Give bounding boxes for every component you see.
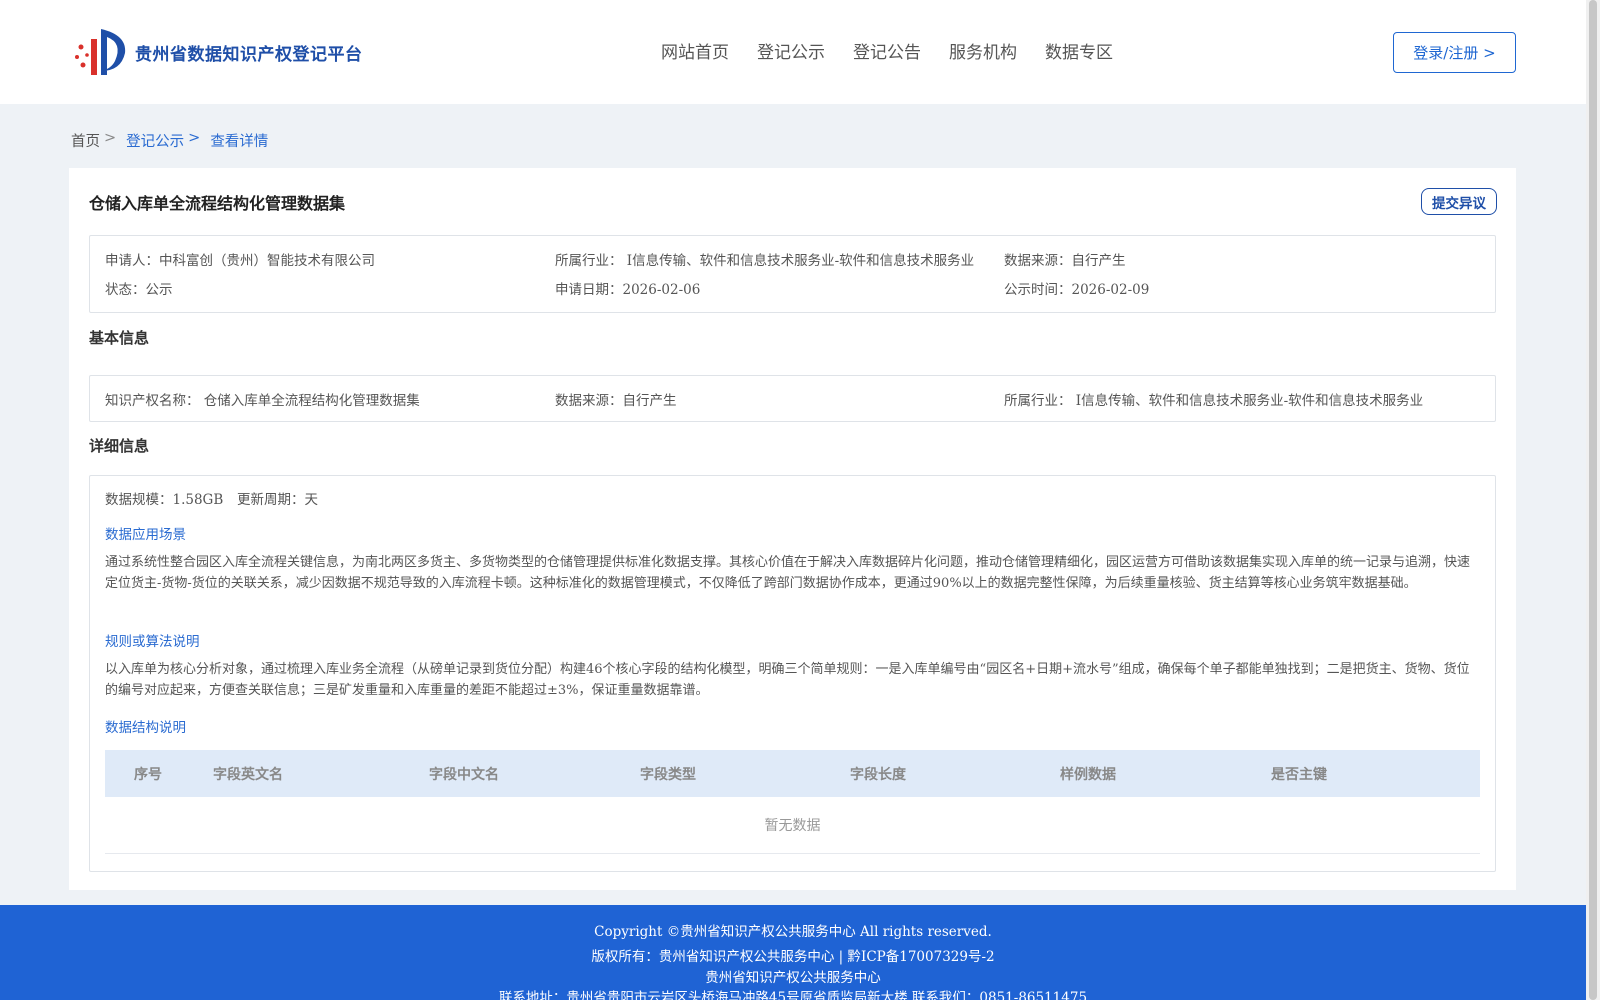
site-footer: Copyright ©贵州省知识产权公共服务中心 All rights rese… xyxy=(0,905,1586,1000)
record-title: 仓储入库单全流程结构化管理数据集 xyxy=(89,194,346,213)
scrollbar-thumb[interactable] xyxy=(1589,0,1597,1000)
main-nav: 网站首页 登记公示 登记公告 服务机构 数据专区 xyxy=(661,38,1141,63)
detail-panel: 仓储入库单全流程结构化管理数据集 提交异议 申请人：中科富创（贵州）智能技术有限… xyxy=(69,168,1516,890)
column-header-english-name: 字段英文名 xyxy=(213,767,283,783)
submit-objection-button[interactable]: 提交异议 xyxy=(1421,188,1497,215)
footer-owner-icp: 版权所有：贵州省知识产权公共服务中心 | 黔ICP备17007329号-2 xyxy=(591,949,995,965)
nav-item-data-zone[interactable]: 数据专区 xyxy=(1045,38,1113,63)
source-field: 数据来源：自行产生 xyxy=(1004,253,1126,269)
summary-box: 申请人：中科富创（贵州）智能技术有限公司 所属行业： I信息传输、软件和信息技术… xyxy=(89,235,1496,313)
column-header-primary-key: 是否主键 xyxy=(1271,767,1327,783)
nav-item-registration-publicity[interactable]: 登记公示 xyxy=(757,38,825,63)
breadcrumb-separator: > xyxy=(104,130,117,146)
industry-field: 所属行业： I信息传输、软件和信息技术服务业-软件和信息技术服务业 xyxy=(555,253,975,269)
site-logo[interactable]: 贵州省数据知识产权登记平台 xyxy=(71,26,363,78)
apply-date-field: 申请日期：2026-02-06 xyxy=(555,282,701,298)
login-register-button[interactable]: 登录/注册 > xyxy=(1393,32,1516,73)
basic-industry-field: 所属行业： I信息传输、软件和信息技术服务业-软件和信息技术服务业 xyxy=(1004,393,1424,409)
column-header-length: 字段长度 xyxy=(850,767,906,783)
site-header: 贵州省数据知识产权登记平台 网站首页 登记公示 登记公告 服务机构 数据专区 登… xyxy=(0,0,1586,104)
basic-source-field: 数据来源：自行产生 xyxy=(555,393,677,409)
detail-info-heading: 详细信息 xyxy=(89,437,150,455)
footer-copyright: Copyright ©贵州省知识产权公共服务中心 All rights rese… xyxy=(594,924,992,940)
footer-contact: 联系地址：贵州省贵阳市云岩区头桥海马冲路45号原省质监局新大楼 联系我们：085… xyxy=(498,990,1088,1000)
logo-emblem-icon xyxy=(75,29,126,75)
applicant-field: 申请人：中科富创（贵州）智能技术有限公司 xyxy=(105,253,375,269)
column-header-index: 序号 xyxy=(134,767,162,783)
update-cycle-field: 更新周期：天 xyxy=(237,492,318,508)
table-empty-state: 暂无数据 xyxy=(105,797,1480,854)
rules-text: 以入库单为核心分析对象，通过梳理入库业务全流程（从磅单记录到货位分配）构建46个… xyxy=(105,662,1470,698)
breadcrumb-registration-publicity[interactable]: 登记公示 xyxy=(126,130,184,151)
scenario-text: 通过系统性整合园区入库全流程关键信息，为南北两区多货主、多货物类型的仓储管理提供… xyxy=(105,555,1471,591)
structure-table-header: 序号 字段英文名 字段中文名 字段类型 字段长度 样例数据 是否主键 xyxy=(105,750,1480,797)
nav-item-service-agencies[interactable]: 服务机构 xyxy=(949,38,1017,63)
ip-name-field: 知识产权名称： 仓储入库单全流程结构化管理数据集 xyxy=(105,393,420,409)
status-field: 状态：公示 xyxy=(105,282,173,298)
scenario-heading: 数据应用场景 xyxy=(105,527,186,543)
basic-info-heading: 基本信息 xyxy=(89,329,150,347)
site-title: 贵州省数据知识产权登记平台 xyxy=(135,44,363,65)
breadcrumb-separator: > xyxy=(188,130,201,146)
breadcrumb: 首页 > 登记公示 > 查看详情 xyxy=(71,130,272,151)
column-header-chinese-name: 字段中文名 xyxy=(429,767,499,783)
column-header-sample: 样例数据 xyxy=(1060,767,1116,783)
page-scrollbar[interactable] xyxy=(1586,0,1600,1000)
detail-info-box: 数据规模：1.58GB 更新周期：天 数据应用场景 通过系统性整合园区入库全流程… xyxy=(89,475,1496,872)
rules-heading: 规则或算法说明 xyxy=(105,634,200,650)
nav-item-registration-announcement[interactable]: 登记公告 xyxy=(853,38,921,63)
data-scale-field: 数据规模：1.58GB xyxy=(105,492,224,508)
structure-heading: 数据结构说明 xyxy=(105,720,186,736)
footer-org: 贵州省知识产权公共服务中心 xyxy=(705,970,881,986)
basic-info-box: 知识产权名称： 仓储入库单全流程结构化管理数据集 数据来源：自行产生 所属行业：… xyxy=(89,375,1496,422)
nav-item-home[interactable]: 网站首页 xyxy=(661,38,729,63)
column-header-type: 字段类型 xyxy=(640,767,696,783)
publish-date-field: 公示时间：2026-02-09 xyxy=(1004,282,1150,298)
breadcrumb-current: 查看详情 xyxy=(210,134,269,150)
breadcrumb-home[interactable]: 首页 xyxy=(71,130,100,151)
